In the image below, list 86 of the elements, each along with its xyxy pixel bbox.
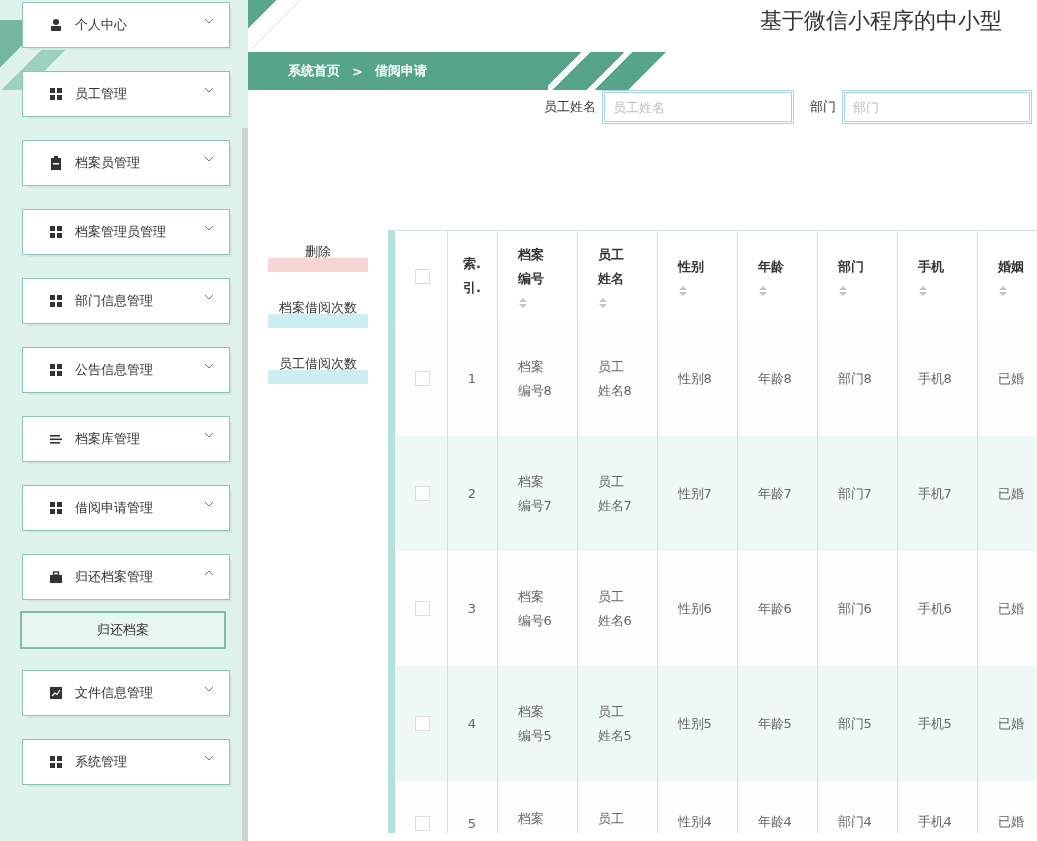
table-cell: 员工姓名5 (577, 666, 657, 781)
menu-item[interactable]: 档案管理员管理 (22, 209, 230, 255)
sort-icon[interactable] (917, 285, 928, 297)
table-cell: 手机4 (897, 781, 977, 833)
menu-item[interactable]: 个人中心 (22, 2, 230, 48)
field-label: 员工姓名 (544, 98, 596, 116)
table-cell: 2 (447, 436, 497, 551)
table-cell: 部门5 (817, 666, 897, 781)
menu-item[interactable]: 档案员管理 (22, 140, 230, 186)
checkbox[interactable] (415, 486, 430, 501)
table-cell: 性别5 (657, 666, 737, 781)
briefcase-icon (49, 570, 63, 584)
table-cell: 手机5 (897, 666, 977, 781)
sort-icon[interactable] (997, 285, 1008, 297)
stats-button[interactable]: 档案借阅次数 (268, 298, 368, 328)
field-label: 部门 (810, 98, 836, 116)
grid-icon (49, 225, 63, 239)
list-icon (49, 432, 63, 446)
table-cell: 5 (447, 781, 497, 833)
table-cell: 档案编号5 (497, 666, 577, 781)
menu-item[interactable]: 员工管理 (22, 71, 230, 117)
table-cell: 档案编号6 (497, 551, 577, 666)
delete-button[interactable]: 删除 (268, 242, 368, 272)
person-icon (49, 18, 63, 32)
table-cell: 年龄8 (737, 321, 817, 436)
table-cell: 3 (447, 551, 497, 666)
table-cell: 性别6 (657, 551, 737, 666)
menu-item[interactable]: 部门信息管理 (22, 278, 230, 324)
breadcrumb-separator: > (352, 63, 363, 79)
grid-icon (49, 501, 63, 515)
menu-item[interactable]: 公告信息管理 (22, 347, 230, 393)
table-cell: 性别4 (657, 781, 737, 833)
table-cell: 年龄4 (737, 781, 817, 833)
table-cell: 员工姓名7 (577, 436, 657, 551)
checkbox[interactable] (415, 816, 430, 831)
table-cell: 已婚 (977, 321, 1037, 436)
sort-icon[interactable] (757, 285, 768, 297)
table-cell: 年龄5 (737, 666, 817, 781)
table-cell: 手机8 (897, 321, 977, 436)
stats-button[interactable]: 员工借阅次数 (268, 354, 368, 384)
table-cell: 部门8 (817, 321, 897, 436)
grid-icon (49, 87, 63, 101)
table-cell: 员工 (577, 781, 657, 833)
menu-item[interactable]: 档案库管理 (22, 416, 230, 462)
table-cell: 员工姓名6 (577, 551, 657, 666)
menu-item[interactable]: 系统管理 (22, 739, 230, 785)
sort-icon[interactable] (837, 285, 848, 297)
checkbox[interactable] (415, 601, 430, 616)
table-cell: 档案 (497, 781, 577, 833)
table-cell: 部门7 (817, 436, 897, 551)
grid-icon (49, 294, 63, 308)
checkbox[interactable] (415, 716, 430, 731)
table-cell: 部门6 (817, 551, 897, 666)
table-cell: 年龄7 (737, 436, 817, 551)
menu-item[interactable]: 归还档案管理 (22, 554, 230, 600)
sort-icon[interactable] (677, 285, 688, 297)
page-title: 基于微信小程序的中小型 (760, 7, 1002, 35)
table-cell: 部门4 (817, 781, 897, 833)
menu-item[interactable]: 文件信息管理 (22, 670, 230, 716)
checkbox[interactable] (415, 371, 430, 386)
sort-icon[interactable] (597, 297, 608, 309)
table-cell: 员工姓名8 (577, 321, 657, 436)
checkbox[interactable] (415, 268, 430, 284)
search-field[interactable]: 部门 (842, 90, 1032, 124)
table-cell: 性别7 (657, 436, 737, 551)
clipboard-icon (49, 156, 63, 170)
table-cell: 手机6 (897, 551, 977, 666)
sort-icon[interactable] (517, 297, 528, 309)
table-cell: 手机7 (897, 436, 977, 551)
table-cell: 性别8 (657, 321, 737, 436)
table-cell: 4 (447, 666, 497, 781)
grid-icon (49, 755, 63, 769)
table-cell: 年龄6 (737, 551, 817, 666)
table-cell: 档案编号7 (497, 436, 577, 551)
grid-icon (49, 363, 63, 377)
submenu-item[interactable]: 归还档案 (20, 611, 226, 649)
table-cell: 已婚 (977, 436, 1037, 551)
table-cell: 档案编号8 (497, 321, 577, 436)
table-cell: 已婚 (977, 781, 1037, 833)
menu-item[interactable]: 借阅申请管理 (22, 485, 230, 531)
scrollbar[interactable] (242, 128, 248, 841)
chart-icon (49, 686, 63, 700)
table-cell: 已婚 (977, 666, 1037, 781)
table-cell: 1 (447, 321, 497, 436)
search-field[interactable]: 员工姓名 (602, 90, 794, 124)
table-cell: 已婚 (977, 551, 1037, 666)
